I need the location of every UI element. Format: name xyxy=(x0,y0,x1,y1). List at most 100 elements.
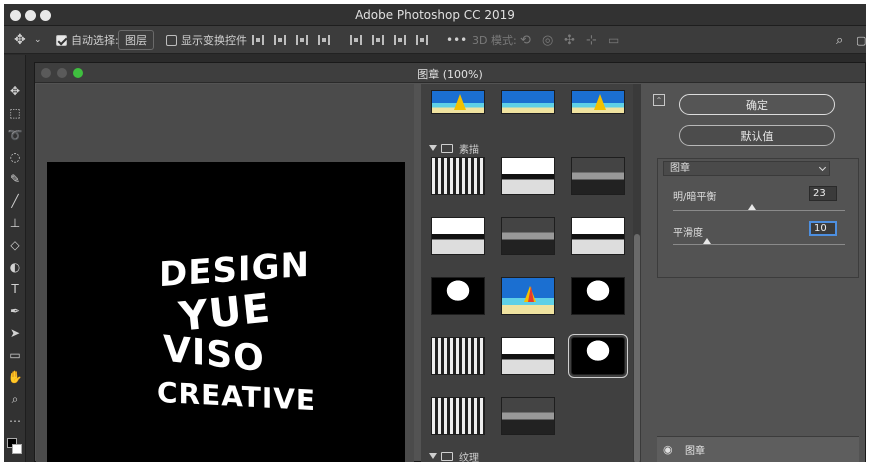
more-tools-icon[interactable]: ⋯ xyxy=(7,413,23,429)
gallery-scrollbar[interactable] xyxy=(633,84,641,462)
search-icon[interactable]: ⌕ xyxy=(836,31,843,49)
folder-texture[interactable]: 纹理 xyxy=(429,448,479,462)
filter-thumb[interactable] xyxy=(571,90,625,114)
param2-label: 平滑度 xyxy=(673,228,703,239)
filter-thumb[interactable] xyxy=(501,337,555,375)
align-center-icon[interactable] xyxy=(274,35,286,45)
stamp-tool-icon[interactable]: ⊥ xyxy=(7,215,23,231)
filter-thumb[interactable] xyxy=(571,217,625,255)
align-middle-icon[interactable] xyxy=(372,35,384,45)
filter-thumb[interactable] xyxy=(501,277,555,315)
art-line-design: DESIGN xyxy=(159,244,310,296)
folder-sketch[interactable]: 素描 xyxy=(429,140,479,156)
path-select-tool-icon[interactable]: ➤ xyxy=(7,325,23,341)
zoom-tool-icon[interactable]: ⌕ xyxy=(7,391,23,407)
settings-panel: ⌃ 确定 默认值 图章 明/暗平衡 23 平滑度 10 ◉ 图章 xyxy=(641,84,865,462)
filter-thumb[interactable] xyxy=(431,397,485,435)
filter-thumb[interactable] xyxy=(501,397,555,435)
filter-select-value: 图章 xyxy=(670,163,690,174)
dialog-title: 图章 (100%) xyxy=(417,68,483,81)
filter-select-dropdown[interactable]: 图章 xyxy=(663,161,830,176)
parameters-group xyxy=(657,158,859,278)
hand-tool-icon[interactable]: ✋ xyxy=(7,369,23,385)
param2-slider-knob[interactable] xyxy=(703,238,712,244)
distribute-vertical-icon[interactable] xyxy=(416,35,428,45)
title-bar: Adobe Photoshop CC 2019 xyxy=(4,4,866,26)
param2-value-field[interactable]: 10 xyxy=(809,221,837,236)
3d-roll-icon: ◎ xyxy=(542,32,554,48)
filter-thumb[interactable] xyxy=(501,90,555,114)
lasso-tool-icon[interactable]: ➰ xyxy=(7,127,23,143)
background-color-swatch[interactable] xyxy=(12,444,22,454)
quick-select-tool-icon[interactable]: ◌ xyxy=(7,149,23,165)
filter-gallery-list: 素描 纹理 xyxy=(421,84,633,462)
filter-thumb[interactable] xyxy=(501,157,555,195)
align-bottom-icon[interactable] xyxy=(394,35,406,45)
param1-value-field[interactable]: 23 xyxy=(809,186,837,201)
dialog-title-bar: 图章 (100%) xyxy=(35,63,865,83)
filter-layer-row[interactable]: ◉ 图章 xyxy=(657,436,859,462)
art-line-creative: CREATIVE xyxy=(157,375,317,418)
photoshop-window: Adobe Photoshop CC 2019 ✥ ⌄ 自动选择: 图层 显示变… xyxy=(4,4,866,462)
filter-thumb[interactable] xyxy=(431,277,485,315)
filter-thumb[interactable] xyxy=(431,90,485,114)
auto-select-value: 图层 xyxy=(118,30,154,50)
brush-tool-icon[interactable]: ╱ xyxy=(7,193,23,209)
show-transform-checkbox[interactable]: 显示变换控件 xyxy=(166,31,247,49)
3d-camera-icon: ▭ xyxy=(608,33,620,47)
blur-tool-icon[interactable]: ◐ xyxy=(7,259,23,275)
move-tool-icon[interactable]: ✥ xyxy=(14,31,26,49)
3d-mode-label: 3D 模式: xyxy=(472,34,517,47)
gallery-scroll-thumb[interactable] xyxy=(634,234,640,462)
collapse-gallery-icon[interactable]: ⌃ xyxy=(653,94,665,106)
workspace-icon[interactable]: ▢ xyxy=(856,31,866,49)
folder-sketch-label: 素描 xyxy=(459,144,479,156)
param2-slider-track[interactable] xyxy=(673,244,845,245)
align-top-icon[interactable] xyxy=(350,35,362,45)
filter-thumb[interactable] xyxy=(431,337,485,375)
app-title: Adobe Photoshop CC 2019 xyxy=(355,8,515,22)
filter-thumb[interactable] xyxy=(571,157,625,195)
eye-icon[interactable]: ◉ xyxy=(663,443,673,456)
folder-icon xyxy=(441,143,453,153)
move-tool-icon[interactable]: ✥ xyxy=(7,83,23,99)
default-button[interactable]: 默认值 xyxy=(679,125,835,146)
checkbox-unchecked-icon xyxy=(166,34,177,46)
auto-select-checkbox[interactable]: 自动选择: xyxy=(56,31,119,49)
filter-thumb[interactable] xyxy=(501,217,555,255)
expand-triangle-icon xyxy=(429,145,437,151)
expand-triangle-icon xyxy=(429,453,437,459)
folder-texture-label: 纹理 xyxy=(459,452,479,463)
preview-panel: DESIGN YUE VISO CREATIVE xyxy=(36,84,414,462)
rectangle-tool-icon[interactable]: ▭ xyxy=(7,347,23,363)
eyedropper-tool-icon[interactable]: ✎ xyxy=(7,171,23,187)
param1-label: 明/暗平衡 xyxy=(673,192,717,203)
more-options-icon[interactable]: ••• xyxy=(446,31,467,49)
align-right-icon[interactable] xyxy=(296,35,308,45)
options-bar: ✥ ⌄ 自动选择: 图层 显示变换控件 ••• 3D 模式: ⟲ ◎ ✣ ⊹ ▭… xyxy=(4,26,866,54)
filter-thumb-selected[interactable] xyxy=(568,334,628,378)
distribute-icon[interactable] xyxy=(318,35,330,45)
text-tool-icon[interactable]: T xyxy=(7,281,23,297)
preview-canvas[interactable]: DESIGN YUE VISO CREATIVE xyxy=(47,162,405,462)
ok-button[interactable]: 确定 xyxy=(679,94,835,115)
auto-select-dropdown[interactable]: 图层 xyxy=(118,30,154,50)
art-line-viso: VISO xyxy=(163,328,265,381)
folder-icon xyxy=(441,451,453,461)
param1-slider-track[interactable] xyxy=(673,210,845,211)
tools-panel: ✥ ⬚ ➰ ◌ ✎ ╱ ⊥ ◇ ◐ T ✒ ➤ ▭ ✋ ⌕ ⋯ xyxy=(4,55,26,462)
filter-thumb[interactable] xyxy=(431,157,485,195)
3d-rotate-icon: ⟲ xyxy=(520,32,531,48)
tool-preset-chevron-icon[interactable]: ⌄ xyxy=(34,31,42,49)
checkbox-checked-icon xyxy=(56,34,67,46)
align-left-icon[interactable] xyxy=(252,35,264,45)
marquee-tool-icon[interactable]: ⬚ xyxy=(7,105,23,121)
filter-thumb[interactable] xyxy=(431,217,485,255)
chevron-down-icon xyxy=(818,163,827,172)
pen-tool-icon[interactable]: ✒ xyxy=(7,303,23,319)
auto-select-label: 自动选择: xyxy=(71,34,119,47)
eraser-tool-icon[interactable]: ◇ xyxy=(7,237,23,253)
3d-slide-icon: ⊹ xyxy=(586,32,597,48)
filter-thumb[interactable] xyxy=(571,277,625,315)
param1-slider-knob[interactable] xyxy=(748,204,757,210)
